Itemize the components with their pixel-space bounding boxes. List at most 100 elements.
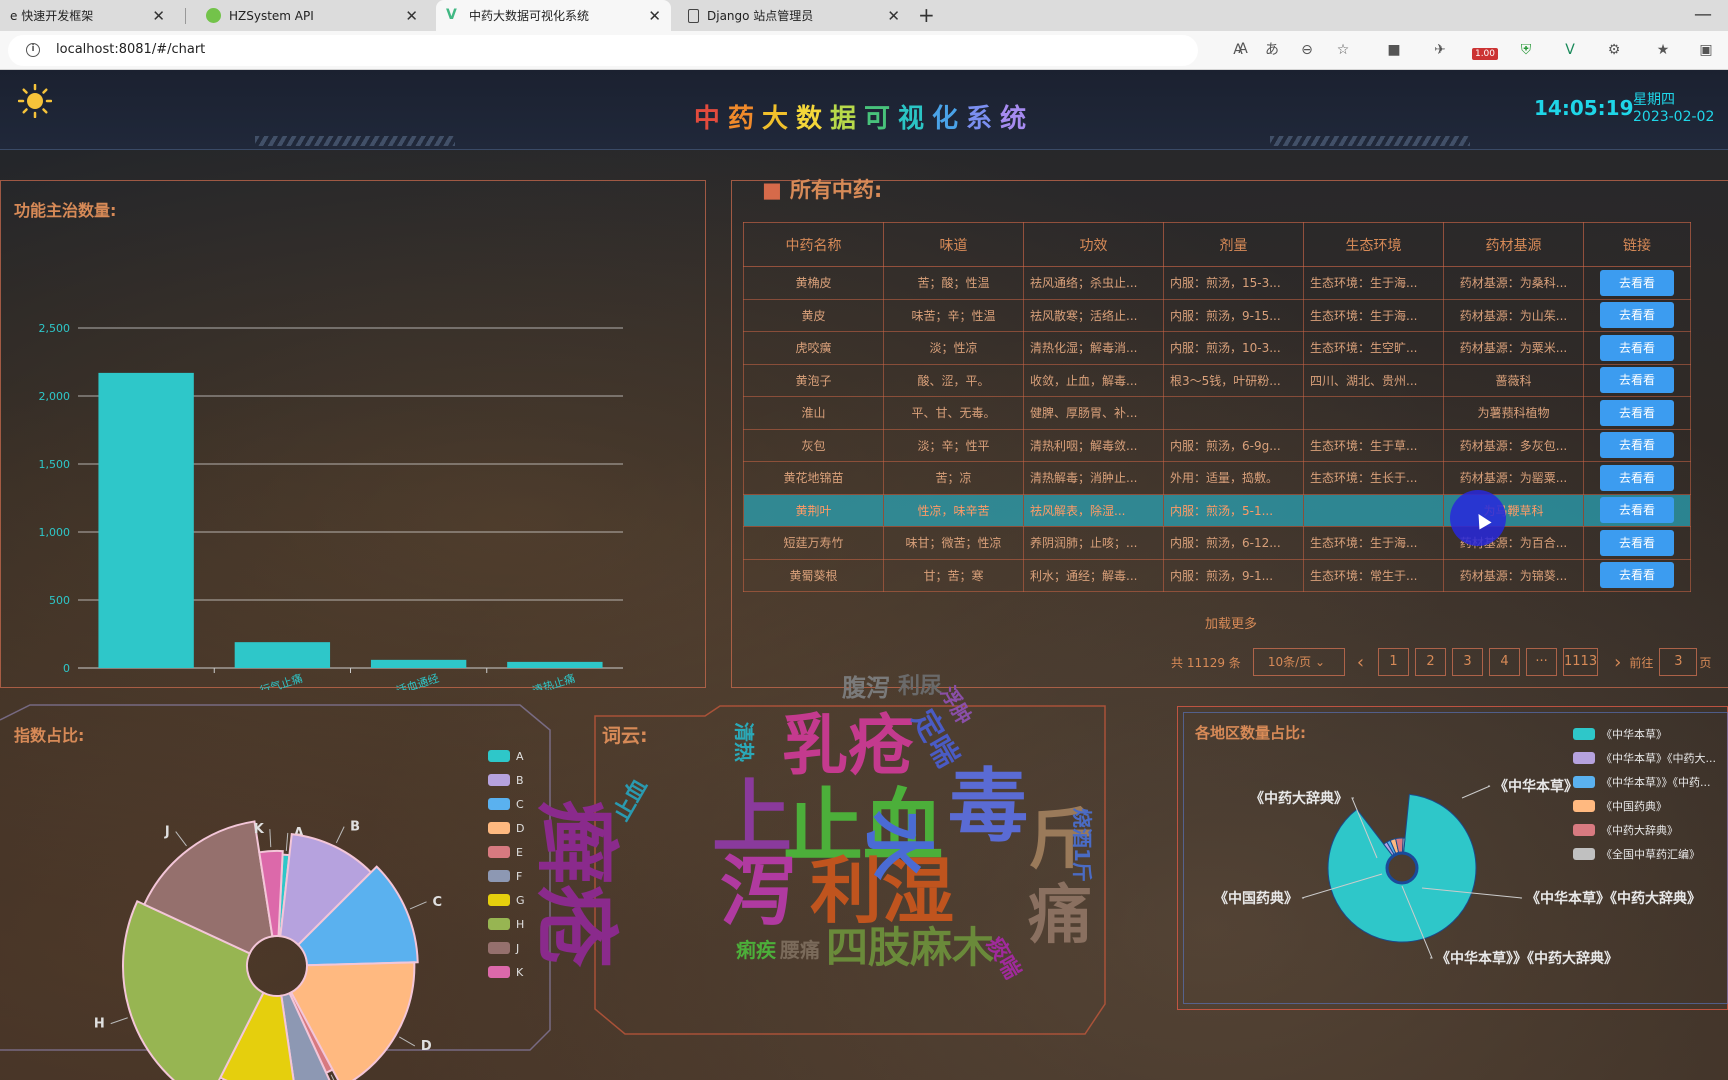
extension-icon[interactable]: ✈: [1430, 40, 1450, 60]
legend-swatch[interactable]: [1573, 752, 1595, 764]
bar[interactable]: [507, 661, 603, 668]
extension-icon[interactable]: ■: [1384, 40, 1404, 60]
next-page-icon[interactable]: ›: [1614, 652, 1621, 673]
legend-label[interactable]: 《中华本草》》《中药...: [1601, 775, 1711, 789]
legend-swatch[interactable]: [1573, 800, 1595, 812]
legend-label[interactable]: 《中药大辞典》: [1601, 823, 1678, 837]
legend-label[interactable]: 《全国中草药汇编》: [1601, 847, 1700, 861]
table-row[interactable]: 黄桷皮 苦；酸；性温 祛风通络；杀虫止... 内服：煎汤，15-3... 生态环境：生于…: [743, 266, 1691, 300]
page-button[interactable]: 2: [1415, 648, 1447, 676]
legend-swatch[interactable]: [488, 942, 510, 954]
table-cell[interactable]: 去看看: [1583, 493, 1691, 527]
view-detail-button[interactable]: 去看看: [1600, 302, 1674, 329]
legend-swatch[interactable]: [1573, 848, 1595, 860]
view-detail-button[interactable]: 去看看: [1600, 367, 1674, 394]
legend-swatch[interactable]: [1573, 824, 1595, 836]
table-cell[interactable]: 去看看: [1583, 558, 1691, 592]
view-detail-button[interactable]: 去看看: [1600, 464, 1674, 491]
table-cell[interactable]: 去看看: [1583, 298, 1691, 332]
view-detail-button[interactable]: 去看看: [1600, 399, 1674, 426]
page-button[interactable]: 1: [1378, 648, 1410, 676]
legend-swatch[interactable]: [488, 846, 510, 858]
browser-tab-3[interactable]: V 中药大数据可视化系统 ✕: [436, 0, 671, 31]
legend-label[interactable]: 《中华本草》《中药大...: [1601, 751, 1716, 765]
table-row[interactable]: 黄花地锦苗 苦；凉 清热解毒；消肿止... 外用：适量，捣敷。 生态环境：生长于... 药…: [743, 461, 1691, 495]
legend-swatch[interactable]: [488, 870, 510, 882]
table-cell[interactable]: 去看看: [1583, 461, 1691, 495]
word-cloud-word[interactable]: 泻: [720, 830, 796, 940]
shield-icon[interactable]: ⛨: [1516, 40, 1536, 60]
table-cell[interactable]: 去看看: [1583, 331, 1691, 365]
table-row[interactable]: 黄荆叶 性凉，味辛苦 祛风解表，除湿... 内服：煎汤，5-1... 为马鞭草科 去看看: [743, 493, 1691, 527]
word-cloud-word[interactable]: 四肢麻木: [826, 914, 994, 975]
legend-swatch[interactable]: [488, 822, 510, 834]
word-cloud-word[interactable]: 痢疾: [736, 934, 776, 963]
page-button[interactable]: 1113: [1563, 648, 1599, 676]
browser-tab-1[interactable]: e 快速开发框架 ✕: [0, 0, 175, 31]
browser-tab-4[interactable]: Django 站点管理员 ✕: [678, 0, 910, 31]
url-text[interactable]: localhost:8081/#/chart: [56, 42, 205, 57]
table-row[interactable]: 黄皮 味苦；辛；性温 祛风散寒；活络止... 内服：煎汤，9-15... 生态环境：生于…: [743, 298, 1691, 332]
close-icon[interactable]: ✕: [648, 7, 661, 25]
view-detail-button[interactable]: 去看看: [1600, 334, 1674, 361]
url-box[interactable]: i localhost:8081/#/chart A: [8, 35, 1248, 66]
legend-swatch[interactable]: [488, 750, 510, 762]
table-row[interactable]: 黄泡子 酸、涩，平。 收敛，止血，解毒... 根3～5钱，叶研粉... 四川、湖北、贵州…: [743, 363, 1691, 397]
table-cell[interactable]: 去看看: [1583, 363, 1691, 397]
legend-label[interactable]: 《中华本草》: [1601, 727, 1667, 741]
legend-swatch[interactable]: [488, 774, 510, 786]
table-row[interactable]: 灰包 淡；辛；性平 清热利咽；解毒敛... 内服：煎汤，6-9g... 生态环境：生于草…: [743, 428, 1691, 462]
page-button[interactable]: 3: [1452, 648, 1484, 676]
prev-page-icon[interactable]: ‹: [1357, 652, 1364, 673]
legend-swatch[interactable]: [488, 894, 510, 906]
table-row[interactable]: 黄蜀葵根 甘；苦；寒 利水；通经；解毒... 内服：煎汤，9-1... 生态环境：常生于…: [743, 558, 1691, 592]
word-cloud-word[interactable]: 癣疮: [522, 800, 643, 968]
new-tab-icon[interactable]: +: [918, 3, 935, 27]
legend-swatch[interactable]: [488, 798, 510, 810]
favorite-add-icon[interactable]: ☆: [1333, 40, 1353, 60]
table-row[interactable]: 虎咬癀 淡；性凉 清热化湿；解毒消... 内服：煎汤，10-3... 生态环境：生空旷.…: [743, 331, 1691, 365]
translate-icon[interactable]: あ: [1262, 40, 1282, 60]
bar[interactable]: [370, 659, 467, 668]
table-row[interactable]: 淮山 平、甘、无毒。 健脾、厚肠胃、补... 为薯蓣科植物 去看看: [743, 396, 1691, 430]
view-detail-button[interactable]: 去看看: [1600, 432, 1674, 459]
word-cloud-word[interactable]: 水: [853, 810, 954, 880]
read-aloud-icon[interactable]: A: [1228, 40, 1248, 60]
view-detail-button[interactable]: 去看看: [1600, 529, 1674, 556]
legend-label[interactable]: A: [516, 750, 524, 763]
word-cloud-word[interactable]: 烧酒1斤: [1069, 808, 1098, 882]
legend-swatch[interactable]: [1573, 728, 1595, 740]
page-size-select[interactable]: 10条/页 ⌄: [1252, 648, 1345, 676]
view-detail-button[interactable]: 去看看: [1600, 497, 1674, 524]
legend-label[interactable]: B: [516, 774, 524, 787]
legend-label[interactable]: 《中国药典》: [1601, 799, 1667, 813]
page-button[interactable]: 4: [1489, 648, 1521, 676]
bar[interactable]: [234, 642, 331, 668]
word-cloud-word[interactable]: 毒: [948, 742, 1028, 858]
extension-badge[interactable]: 1.00: [1472, 48, 1498, 60]
goto-input[interactable]: 3: [1659, 648, 1698, 676]
word-cloud-word[interactable]: 腰痛: [780, 934, 820, 963]
zoom-out-icon[interactable]: ⊖: [1297, 40, 1317, 60]
load-more-link[interactable]: 加载更多: [1205, 613, 1257, 632]
bar[interactable]: [98, 372, 194, 668]
table-row[interactable]: 短莛万寿竹 味甘；微苦；性凉 养阴润肺；止咳；... 内服：煎汤，6-12... 生态环…: [743, 526, 1691, 560]
region-slice[interactable]: [1327, 793, 1477, 943]
page-button[interactable]: ···: [1526, 648, 1558, 676]
table-cell[interactable]: 去看看: [1583, 428, 1691, 462]
view-detail-button[interactable]: 去看看: [1600, 269, 1674, 296]
favorites-icon[interactable]: ★: [1653, 40, 1673, 60]
extensions-icon[interactable]: ⚙: [1604, 40, 1624, 60]
browser-tab-2[interactable]: HZSystem API ✕: [196, 0, 428, 31]
close-icon[interactable]: ✕: [152, 7, 165, 25]
info-icon[interactable]: i: [26, 43, 40, 57]
close-icon[interactable]: ✕: [887, 7, 900, 25]
collections-icon[interactable]: ▣: [1696, 40, 1716, 60]
table-cell[interactable]: 去看看: [1583, 526, 1691, 560]
legend-swatch[interactable]: [1573, 776, 1595, 788]
legend-swatch[interactable]: [488, 966, 510, 978]
view-detail-button[interactable]: 去看看: [1600, 562, 1674, 589]
minimize-icon[interactable]: —: [1694, 4, 1712, 25]
close-icon[interactable]: ✕: [405, 7, 418, 25]
legend-swatch[interactable]: [488, 918, 510, 930]
